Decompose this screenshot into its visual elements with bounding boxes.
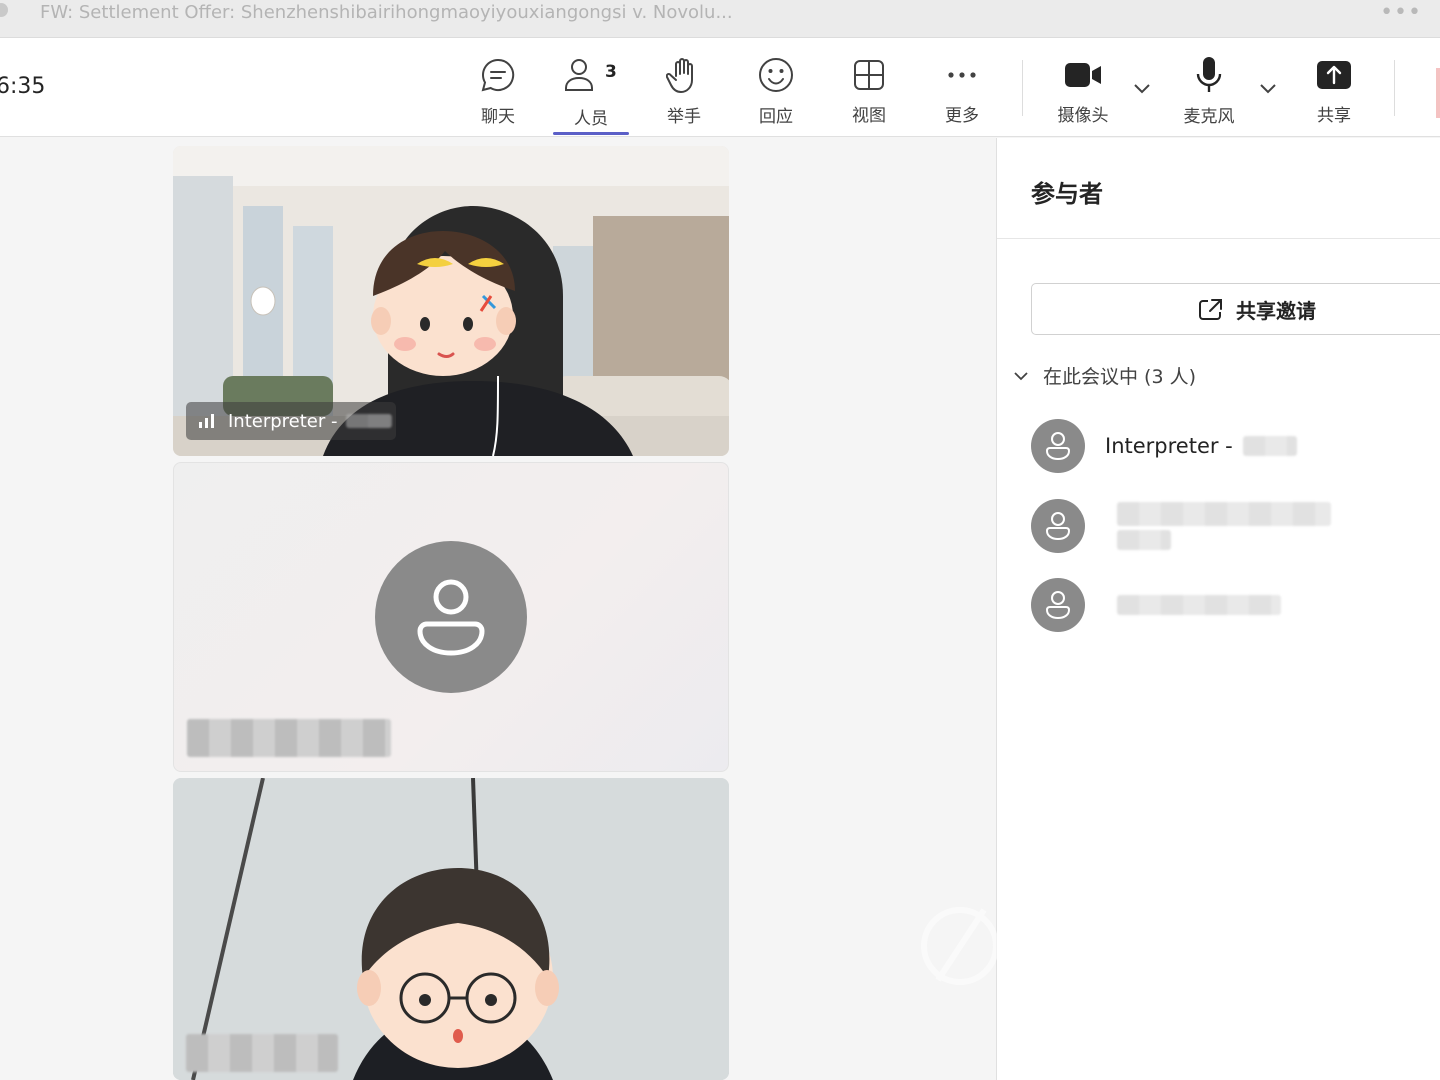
panel-title: 参与者 <box>1031 180 1103 208</box>
section-label: 在此会议中 (3 人) <box>1043 366 1196 388</box>
video-tile-interpreter[interactable]: Interpreter - <box>173 146 729 456</box>
mic-button[interactable]: 麦克风 <box>1169 56 1249 127</box>
leave-button-edge[interactable] <box>1436 68 1440 118</box>
view-label: 视图 <box>852 106 886 126</box>
redacted-name <box>1117 502 1331 550</box>
share-label: 共享 <box>1317 106 1351 126</box>
more-button[interactable]: 更多 <box>922 56 1002 126</box>
people-count-badge: 3 <box>605 62 617 82</box>
window-title: FW: Settlement Offer: Shenzhenshibairiho… <box>40 2 733 23</box>
more-options-icon[interactable]: ••• <box>1380 0 1422 25</box>
microphone-icon <box>1189 56 1229 94</box>
chevron-down-icon <box>1014 371 1028 380</box>
participant-name-tag <box>186 1034 338 1072</box>
raise-hand-button[interactable]: 举手 <box>644 56 724 127</box>
watermark-subtext: TRANSLATION <box>1108 970 1389 988</box>
people-button[interactable]: 3 人员 <box>551 56 631 135</box>
mic-options-chevron-icon[interactable] <box>1258 78 1278 98</box>
window-control-icon[interactable] <box>0 3 8 17</box>
smiley-icon <box>756 56 796 94</box>
person-icon <box>1045 432 1071 461</box>
participant-name: Interpreter - <box>228 410 338 432</box>
react-button[interactable]: 回应 <box>736 56 816 127</box>
camera-options-chevron-icon[interactable] <box>1132 78 1152 98</box>
person-icon <box>1045 512 1071 541</box>
participant-name-tag <box>187 719 391 757</box>
people-icon: 3 <box>565 56 617 96</box>
raise-hand-label: 举手 <box>667 107 701 127</box>
camera-button[interactable]: 摄像头 <box>1043 56 1123 126</box>
avatar <box>1031 419 1085 473</box>
share-invite-label: 共享邀请 <box>1236 298 1316 323</box>
avatar <box>375 541 527 693</box>
redacted-name <box>345 414 392 428</box>
window-titlebar: FW: Settlement Offer: Shenzhenshibairiho… <box>0 0 1440 38</box>
share-button[interactable]: 共享 <box>1294 56 1374 126</box>
watermark-text: 欧得宝翻译 <box>1104 920 1355 976</box>
panel-header: 参与者 <box>997 138 1440 239</box>
share-screen-icon <box>1314 56 1354 93</box>
hand-icon <box>664 56 704 94</box>
person-icon <box>417 579 485 656</box>
meeting-timer: 6:35 <box>0 74 46 99</box>
ellipsis-icon <box>942 56 982 93</box>
meeting-toolbar: 6:35 聊天 3 人员 举手 回应 视图 更多 摄像头 麦克风 共享 <box>0 38 1440 137</box>
more-label: 更多 <box>945 106 979 126</box>
avatar <box>1031 578 1085 632</box>
redacted-name <box>1117 595 1281 615</box>
people-label: 人员 <box>574 109 608 129</box>
chat-icon <box>478 56 518 94</box>
camera-label: 摄像头 <box>1057 106 1109 126</box>
share-invite-button[interactable]: 共享邀请 <box>1031 283 1440 335</box>
mic-label: 麦克风 <box>1183 107 1235 127</box>
view-button[interactable]: 视图 <box>829 56 909 126</box>
video-tile-participant-2[interactable] <box>173 462 729 772</box>
toolbar-divider <box>1394 60 1395 116</box>
react-label: 回应 <box>759 107 793 127</box>
participant-list-item[interactable]: Interpreter - <box>1031 419 1297 473</box>
chat-label: 聊天 <box>481 107 515 127</box>
chat-button[interactable]: 聊天 <box>458 56 538 127</box>
video-camera-icon <box>1063 56 1103 93</box>
in-meeting-section-header[interactable]: 在此会议中 (3 人) <box>1013 362 1196 389</box>
translation-watermark: 欧得宝翻译 TRANSLATION <box>918 900 1378 1000</box>
grid-view-icon <box>849 56 889 93</box>
share-icon <box>1199 299 1222 320</box>
participant-list-item[interactable] <box>1031 499 1331 553</box>
redacted-name <box>1242 436 1297 456</box>
avatar <box>1031 499 1085 553</box>
video-tile-participant-3[interactable] <box>173 778 729 1080</box>
toolbar-divider <box>1022 60 1023 116</box>
participant-list-item[interactable] <box>1031 578 1281 632</box>
odb-logo-icon <box>921 907 1099 985</box>
person-icon <box>1045 591 1071 620</box>
participant-name: Interpreter - <box>1105 434 1233 458</box>
signal-strength-icon <box>199 414 214 428</box>
participant-name-tag: Interpreter - <box>186 402 396 440</box>
